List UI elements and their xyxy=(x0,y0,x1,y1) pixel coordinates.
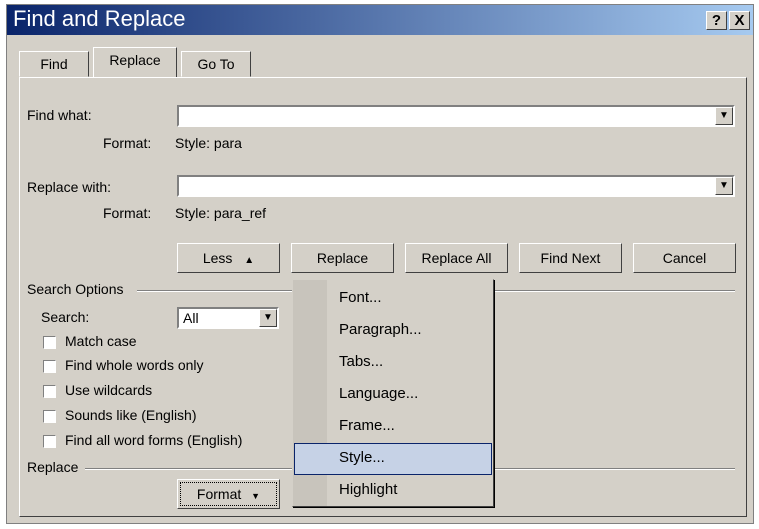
format-menu: Font... Paragraph... Tabs... Language...… xyxy=(292,279,494,507)
menu-item-style[interactable]: Style... xyxy=(294,443,492,475)
format-button[interactable]: Format ▼ xyxy=(177,479,280,509)
replace-all-button[interactable]: Replace All xyxy=(405,243,508,273)
menu-item-highlight-label: Highlight xyxy=(339,481,398,498)
menu-item-font[interactable]: Font... xyxy=(293,284,493,314)
match-case-label: Match case xyxy=(65,333,137,349)
menu-item-language-label: Language... xyxy=(339,385,419,402)
match-case-checkbox[interactable] xyxy=(43,336,56,349)
word-forms-label: Find all word forms (English) xyxy=(65,432,243,448)
replace-button[interactable]: Replace xyxy=(291,243,394,273)
close-button[interactable]: X xyxy=(729,11,750,30)
menu-item-tabs[interactable]: Tabs... xyxy=(293,348,493,378)
replace-section-heading: Replace xyxy=(27,459,79,475)
replace-format-value: Style: para_ref xyxy=(175,205,267,221)
search-scope-value: All xyxy=(183,310,199,326)
help-button[interactable]: ? xyxy=(706,11,727,30)
menu-item-tabs-label: Tabs... xyxy=(339,353,384,370)
search-options-heading: Search Options xyxy=(27,281,124,297)
whole-words-label: Find whole words only xyxy=(65,357,204,373)
replace-with-dropdown-arrow-icon[interactable]: ▼ xyxy=(715,177,733,195)
menu-item-font-label: Font... xyxy=(339,289,382,306)
tab-goto[interactable]: Go To xyxy=(181,51,251,77)
menu-item-paragraph-label: Paragraph... xyxy=(339,321,422,338)
menu-item-frame-label: Frame... xyxy=(339,417,395,434)
replace-with-label: Replace with: xyxy=(27,179,112,195)
word-forms-checkbox[interactable] xyxy=(43,435,56,448)
find-format-label: Format: xyxy=(103,135,152,151)
less-button[interactable]: Less ▲ xyxy=(177,243,280,273)
less-button-label: Less xyxy=(202,250,233,266)
tab-replace[interactable]: Replace xyxy=(93,47,177,77)
wildcards-checkbox[interactable] xyxy=(43,385,56,398)
find-format-value: Style: para xyxy=(175,135,242,151)
search-label: Search: xyxy=(41,309,90,325)
menu-item-language[interactable]: Language... xyxy=(293,380,493,410)
title-bar: Find and Replace ? X xyxy=(7,5,753,35)
chevron-down-icon: ▼ xyxy=(251,491,261,501)
find-what-label: Find what: xyxy=(27,107,92,123)
menu-item-highlight[interactable]: Highlight xyxy=(293,476,493,506)
menu-item-frame[interactable]: Frame... xyxy=(293,412,493,442)
search-scope-combo[interactable]: All ▼ xyxy=(177,307,279,329)
find-next-button[interactable]: Find Next xyxy=(519,243,622,273)
find-what-dropdown-arrow-icon[interactable]: ▼ xyxy=(715,107,733,125)
find-what-combo[interactable]: ▼ xyxy=(177,105,735,127)
menu-item-style-label: Style... xyxy=(339,449,385,466)
replace-with-combo[interactable]: ▼ xyxy=(177,175,735,197)
format-button-label: Format xyxy=(196,486,242,502)
menu-item-paragraph[interactable]: Paragraph... xyxy=(293,316,493,346)
search-scope-dropdown-arrow-icon[interactable]: ▼ xyxy=(259,309,277,327)
replace-format-label: Format: xyxy=(103,205,152,221)
tab-find[interactable]: Find xyxy=(19,51,89,77)
sounds-like-checkbox[interactable] xyxy=(43,410,56,423)
whole-words-checkbox[interactable] xyxy=(43,360,56,373)
window-title: Find and Replace xyxy=(13,6,186,31)
cancel-button[interactable]: Cancel xyxy=(633,243,736,273)
wildcards-label: Use wildcards xyxy=(65,382,153,398)
sounds-like-label: Sounds like (English) xyxy=(65,407,197,423)
up-arrow-icon: ▲ xyxy=(244,255,255,266)
